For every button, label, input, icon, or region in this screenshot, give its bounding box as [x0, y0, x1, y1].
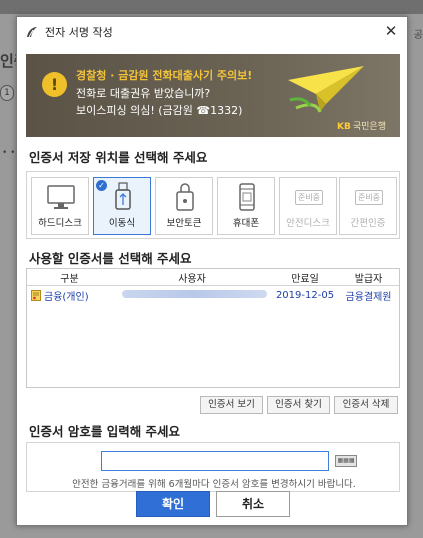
storage-removable[interactable]: ✓ 이동식: [93, 177, 151, 235]
kb-bank-logo: KB 국민은행: [337, 119, 386, 132]
storage-label: 하드디스크: [38, 218, 82, 229]
cancel-button[interactable]: 취소: [216, 491, 290, 517]
checkmark-icon: ✓: [96, 180, 107, 191]
storage-label: 이동식: [108, 218, 136, 229]
storage-phone[interactable]: 휴대폰: [217, 177, 275, 235]
storage-security-token[interactable]: 보안토큰: [155, 177, 213, 235]
cert-heading: 사용할 인증서를 선택해 주세요: [29, 251, 192, 266]
background-right-text: 공: [413, 30, 423, 41]
certificate-icon: [31, 289, 41, 301]
token-lock-icon: [176, 183, 194, 211]
ok-button[interactable]: 확인: [136, 491, 210, 517]
paper-plane-icon: [288, 66, 364, 113]
coming-soon-icon: 준비중: [294, 189, 324, 205]
view-cert-button[interactable]: 인증서 보기: [200, 396, 263, 414]
column-header-issuer[interactable]: 발급자: [338, 270, 399, 285]
storage-label: 간편인증: [350, 218, 386, 229]
column-header-user[interactable]: 사용자: [112, 270, 272, 285]
background-step-badge: 1: [0, 85, 14, 101]
table-row[interactable]: 금융(개인) 2019-12-05 금융결제원: [27, 286, 399, 304]
storage-label: 안전디스크: [286, 218, 330, 229]
storage-location-panel: 하드디스크 ✓ 이동식 보안토큰 휴대폰 준비중 안전디스크 준비중 간편인증: [26, 171, 400, 239]
storage-label: 휴대폰: [232, 218, 260, 229]
phone-icon: [239, 183, 255, 211]
delete-cert-button[interactable]: 인증서 삭제: [334, 396, 398, 414]
kb-bank-name: 국민은행: [352, 122, 386, 132]
close-button[interactable]: ✕: [381, 21, 401, 41]
dialog-title: 전자 서명 작성: [45, 26, 113, 39]
e-signature-dialog: 전자 서명 작성 ✕ ! 경찰청 · 금감원 전화대출사기 주의보! 전화로 대…: [16, 16, 408, 526]
kb-mark: KB: [337, 122, 351, 132]
column-header-type[interactable]: 구분: [27, 270, 112, 285]
password-input[interactable]: [101, 451, 329, 471]
password-hint: 안전한 금융거래를 위해 6개월마다 인증서 암호를 변경하시기 바랍니다.: [72, 479, 356, 490]
coming-soon-icon: 준비중: [354, 189, 384, 205]
cert-type: 금융(개인): [44, 291, 89, 303]
background-dots: • •: [2, 148, 16, 158]
storage-heading: 인증서 저장 위치를 선택해 주세요: [29, 150, 208, 165]
voice-phishing-banner[interactable]: ! 경찰청 · 금감원 전화대출사기 주의보! 전화로 대출권유 받았습니까? …: [26, 54, 400, 137]
storage-simple-auth[interactable]: 준비중 간편인증: [339, 177, 397, 235]
banner-line-3: 보이스피싱 의심! (금감원 ☎1332): [76, 104, 243, 117]
warning-icon: !: [42, 72, 67, 97]
certificate-table: 구분 사용자 만료일 발급자 금융(개인) 2019-12-05 금융결제원: [26, 268, 400, 388]
virtual-keyboard-icon[interactable]: ▦▦▦: [335, 455, 357, 467]
cert-user-redacted: [122, 289, 267, 298]
password-heading: 인증서 암호를 입력해 주세요: [29, 424, 181, 439]
storage-harddisk[interactable]: 하드디스크: [31, 177, 89, 235]
usb-icon: [115, 182, 131, 210]
table-header: 구분 사용자 만료일 발급자: [27, 269, 399, 286]
dialog-titlebar[interactable]: 전자 서명 작성 ✕: [17, 17, 407, 47]
cert-expiry: 2019-12-05: [275, 289, 335, 301]
cert-issuer: 금융결제원: [345, 291, 392, 303]
background-topbar: [0, 0, 423, 14]
storage-label: 보안토큰: [166, 218, 202, 229]
column-header-expiry[interactable]: 만료일: [272, 270, 338, 285]
banner-headline: 경찰청 · 금감원 전화대출사기 주의보!: [76, 69, 253, 82]
banner-line-2: 전화로 대출권유 받았습니까?: [76, 87, 211, 100]
pen-logo-icon: [27, 27, 37, 38]
storage-safe-disk[interactable]: 준비중 안전디스크: [279, 177, 337, 235]
find-cert-button[interactable]: 인증서 찾기: [267, 396, 330, 414]
monitor-icon: [47, 185, 75, 209]
password-panel: ▦▦▦ 안전한 금융거래를 위해 6개월마다 인증서 암호를 변경하시기 바랍니…: [26, 442, 400, 492]
